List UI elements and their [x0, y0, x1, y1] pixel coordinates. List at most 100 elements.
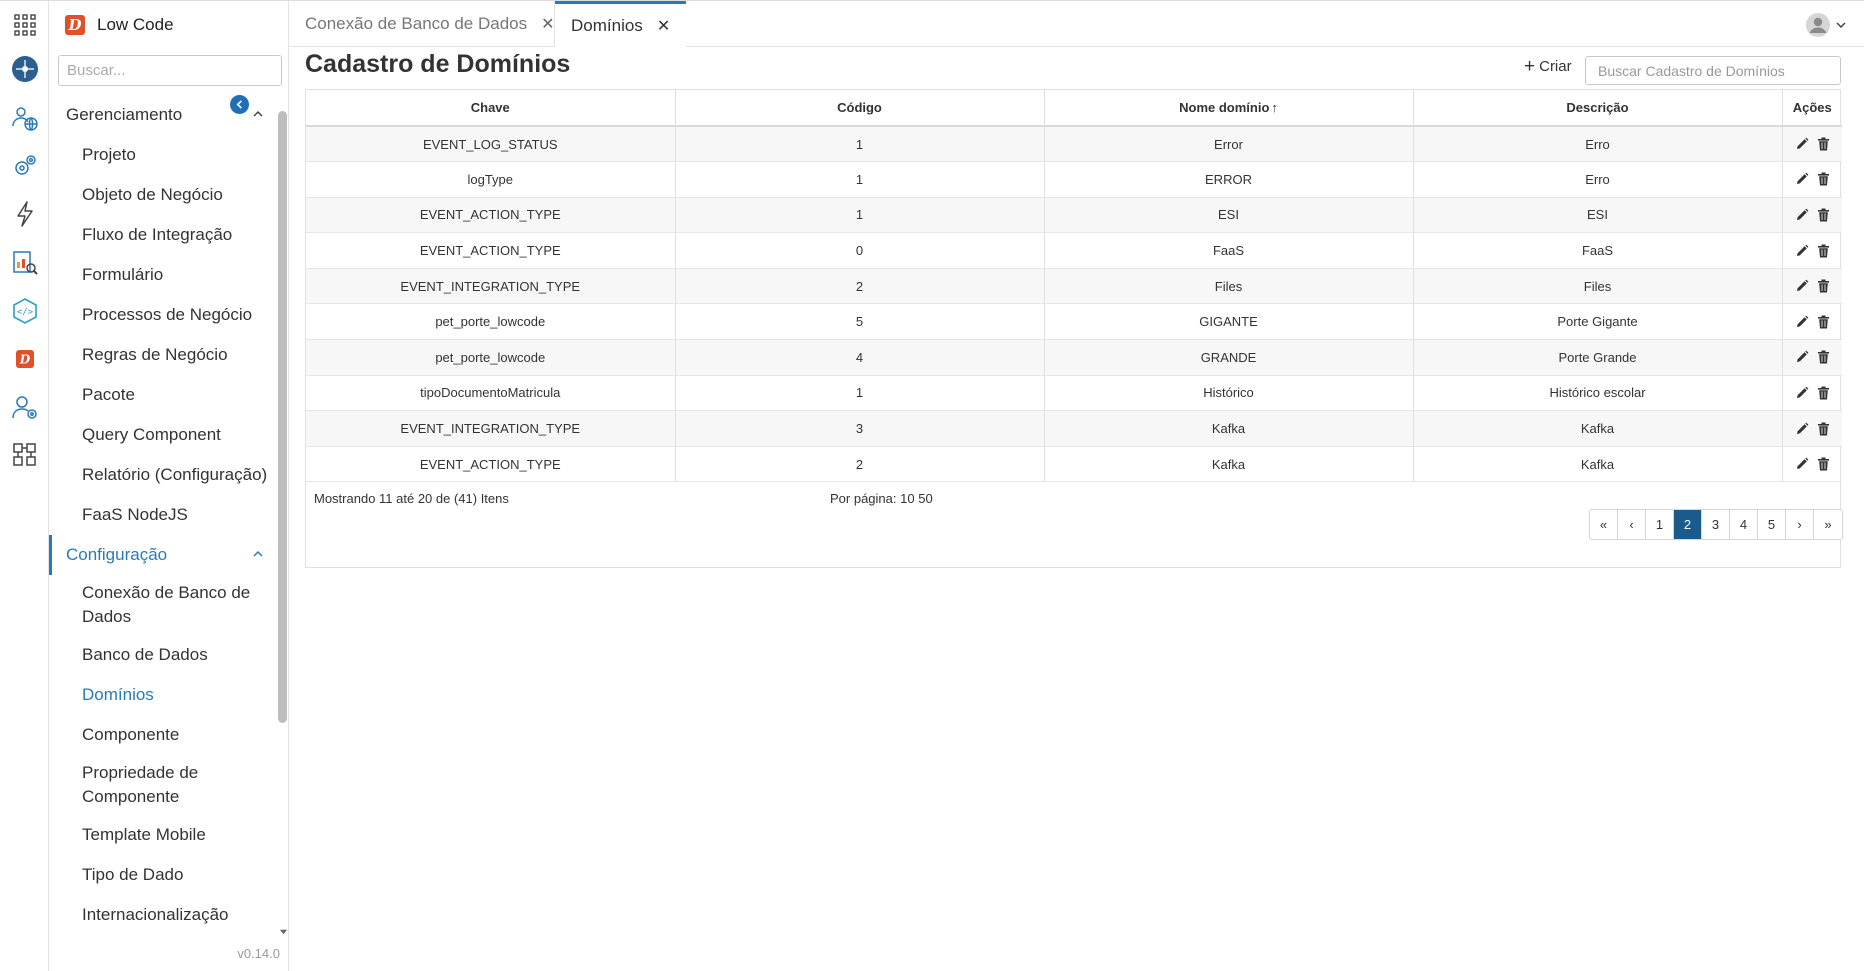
hub-icon[interactable] — [0, 49, 49, 89]
trash-icon[interactable] — [1817, 315, 1830, 329]
table-row[interactable]: EVENT_ACTION_TYPE 2 Kafka Kafka — [306, 446, 1842, 483]
sidebar-item-relatorio-configuracao[interactable]: Relatório (Configuração) — [49, 455, 277, 495]
plus-icon: + — [1524, 55, 1536, 77]
cell-descricao: Kafka — [1413, 410, 1783, 447]
sidebar-item-banco-de-dados[interactable]: Banco de Dados — [49, 635, 277, 675]
column-header-codigo[interactable]: Código — [675, 90, 1045, 127]
cell-chave: EVENT_INTEGRATION_TYPE — [306, 268, 676, 305]
page-button[interactable]: 1 — [1646, 510, 1674, 539]
sidebar-item-projeto[interactable]: Projeto — [49, 135, 277, 175]
page-button[interactable]: » — [1814, 510, 1842, 539]
sidebar-collapse-button[interactable] — [230, 95, 249, 114]
page-button[interactable]: › — [1786, 510, 1814, 539]
per-page-option-10[interactable]: 10 — [900, 491, 914, 506]
edit-icon[interactable] — [1795, 350, 1809, 364]
sidebar-item-objeto-de-negocio[interactable]: Objeto de Negócio — [49, 175, 277, 215]
edit-icon[interactable] — [1795, 279, 1809, 293]
sidebar-item-pacote[interactable]: Pacote — [49, 375, 277, 415]
trash-icon[interactable] — [1817, 386, 1830, 400]
sidebar-item-internacionalizacao[interactable]: Internacionalização — [49, 895, 277, 935]
sidebar-item-fluxo-de-integracao[interactable]: Fluxo de Integração — [49, 215, 277, 255]
page-button[interactable]: 3 — [1702, 510, 1730, 539]
sidebar-item-tipo-de-dado[interactable]: Tipo de Dado — [49, 855, 277, 895]
lightning-icon[interactable] — [0, 194, 49, 234]
trash-icon[interactable] — [1817, 137, 1830, 151]
cell-acoes — [1782, 339, 1842, 376]
trash-icon[interactable] — [1817, 172, 1830, 186]
trash-icon[interactable] — [1817, 279, 1830, 293]
cell-nome-dominio: Error — [1044, 126, 1414, 163]
scroll-down-arrow-icon[interactable] — [279, 927, 288, 936]
page-button[interactable]: « — [1590, 510, 1618, 539]
brand-logo-icon[interactable]: D — [0, 339, 49, 379]
page-button[interactable]: 5 — [1758, 510, 1786, 539]
cell-chave: tipoDocumentoMatricula — [306, 375, 676, 412]
sidebar-item-processos-de-negocio[interactable]: Processos de Negócio — [49, 295, 277, 335]
edit-icon[interactable] — [1795, 457, 1809, 471]
sidebar-item-formulario[interactable]: Formulário — [49, 255, 277, 295]
trash-icon[interactable] — [1817, 422, 1830, 436]
table-row[interactable]: logType 1 ERROR Erro — [306, 161, 1842, 198]
cell-acoes — [1782, 126, 1842, 163]
cell-codigo: 3 — [675, 410, 1045, 447]
table-row[interactable]: tipoDocumentoMatricula 1 Histórico Históric… — [306, 375, 1842, 412]
page-button[interactable]: 2 — [1674, 510, 1702, 539]
tab-label: Conexão de Banco de Dados — [305, 14, 528, 33]
table-row[interactable]: EVENT_ACTION_TYPE 0 FaaS FaaS — [306, 232, 1842, 269]
edit-icon[interactable] — [1795, 315, 1809, 329]
apps-grid-icon[interactable] — [0, 5, 49, 45]
edit-icon[interactable] — [1795, 137, 1809, 151]
sidebar-item-conexao-de-banco-de-dados[interactable]: Conexão de Banco de Dados — [49, 575, 277, 635]
chevron-up-icon — [253, 110, 263, 117]
report-search-icon[interactable] — [0, 243, 49, 283]
trash-icon[interactable] — [1817, 244, 1830, 258]
user-menu[interactable] — [1806, 13, 1846, 37]
page-button[interactable]: 4 — [1730, 510, 1758, 539]
page-button[interactable]: ‹ — [1618, 510, 1646, 539]
trash-icon[interactable] — [1817, 208, 1830, 222]
cell-acoes — [1782, 410, 1842, 447]
table-row[interactable]: pet_porte_lowcode 5 GIGANTE Porte Gigante — [306, 303, 1842, 341]
table-row[interactable]: pet_porte_lowcode 4 GRANDE Porte Grande — [306, 339, 1842, 376]
close-icon[interactable]: ✕ — [657, 16, 670, 36]
sidebar-item-regras-de-negocio[interactable]: Regras de Negócio — [49, 335, 277, 375]
sidebar-item-faas-nodejs[interactable]: FaaS NodeJS — [49, 495, 277, 535]
table-row[interactable]: EVENT_INTEGRATION_TYPE 3 Kafka Kafka — [306, 410, 1842, 447]
cell-nome-dominio: Kafka — [1044, 410, 1414, 447]
column-header-chave[interactable]: Chave — [306, 90, 676, 127]
users-network-icon[interactable] — [0, 98, 49, 138]
create-button[interactable]: + Criar — [1524, 55, 1572, 77]
brand[interactable]: D Low Code — [65, 13, 174, 37]
per-page-option-50[interactable]: 50 — [918, 491, 932, 506]
column-header-descricao[interactable]: Descrição — [1413, 90, 1783, 127]
table-row[interactable]: EVENT_ACTION_TYPE 1 ESI ESI — [306, 197, 1842, 234]
trash-icon[interactable] — [1817, 350, 1830, 364]
edit-icon[interactable] — [1795, 208, 1809, 222]
edit-icon[interactable] — [1795, 422, 1809, 436]
edit-icon[interactable] — [1795, 172, 1809, 186]
table-row[interactable]: EVENT_INTEGRATION_TYPE 2 Files Files — [306, 268, 1842, 305]
tab-dominios[interactable]: Domínios ✕ — [555, 1, 687, 47]
per-page-selector: Por página: 10 50 — [830, 491, 933, 506]
table-search-input[interactable] — [1585, 56, 1841, 85]
sidebar-item-propriedade-de-componente[interactable]: Propriedade de Componente — [49, 755, 277, 815]
user-settings-icon[interactable] — [0, 387, 49, 427]
sidebar-item-template-mobile[interactable]: Template Mobile — [49, 815, 277, 855]
sidebar-scrollbar[interactable] — [278, 111, 287, 723]
code-hexagon-icon[interactable]: </> — [0, 291, 49, 331]
edit-icon[interactable] — [1795, 244, 1809, 258]
gears-icon[interactable] — [0, 146, 49, 186]
brand-logo: D — [65, 15, 85, 35]
blocks-icon[interactable] — [0, 435, 49, 475]
edit-icon[interactable] — [1795, 386, 1809, 400]
sidebar-item-query-component[interactable]: Query Component — [49, 415, 277, 455]
sidebar-item-componente[interactable]: Componente — [49, 715, 277, 755]
column-header-nome-dominio[interactable]: Nome domínio ↑ — [1044, 90, 1414, 127]
tab-conexao-de-banco-de-dados[interactable]: Conexão de Banco de Dados ✕ — [289, 1, 571, 47]
trash-icon[interactable] — [1817, 457, 1830, 471]
sidebar-group-configuracao[interactable]: Configuração — [49, 535, 277, 575]
table-row[interactable]: EVENT_LOG_STATUS 1 Error Erro — [306, 126, 1842, 163]
sidebar-item-dominios[interactable]: Domínios — [49, 675, 277, 715]
sidebar-search-input[interactable] — [58, 55, 282, 86]
close-icon[interactable]: ✕ — [541, 14, 554, 34]
